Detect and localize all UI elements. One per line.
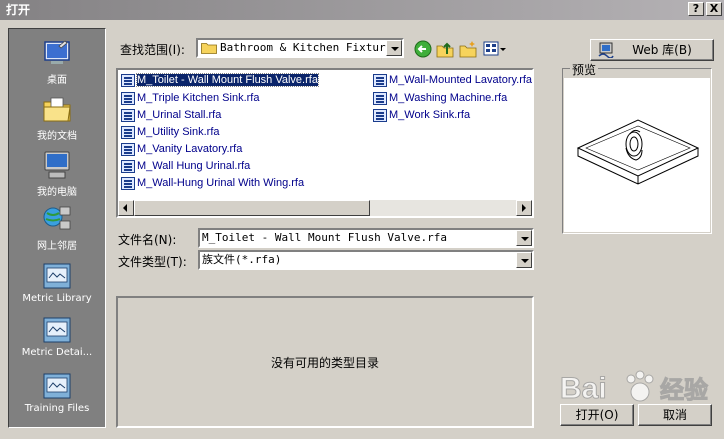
- back-icon[interactable]: [414, 40, 432, 58]
- scroll-left-icon[interactable]: [118, 200, 134, 216]
- chevron-down-icon[interactable]: [516, 252, 532, 268]
- place-network[interactable]: 网上邻居: [9, 203, 105, 257]
- place-metric-library[interactable]: Metric Library: [9, 259, 105, 313]
- place-label: 我的文档: [37, 131, 77, 142]
- file-item[interactable]: M_Utility Sink.rfa: [120, 125, 220, 141]
- file-item[interactable]: M_Toilet - Wall Mount Flush Valve.rfa: [120, 73, 319, 89]
- new-folder-icon[interactable]: [459, 40, 477, 58]
- web-library-icon: [598, 42, 614, 58]
- preview-label: 预览: [570, 61, 599, 78]
- place-label: Training Files: [24, 403, 90, 414]
- scroll-right-icon[interactable]: [516, 200, 532, 216]
- window-title: 打开: [6, 3, 31, 17]
- file-item[interactable]: M_Urinal Stall.rfa: [120, 108, 221, 124]
- file-item[interactable]: M_Work Sink.rfa: [372, 108, 470, 124]
- revit-family-icon: [121, 109, 135, 122]
- file-item[interactable]: M_Washing Machine.rfa: [372, 91, 507, 107]
- folder-icon: [201, 43, 217, 54]
- folder-icon: [43, 317, 71, 343]
- network-icon: [43, 206, 71, 230]
- place-training-files[interactable]: Training Files: [9, 369, 105, 423]
- chevron-down-icon[interactable]: [516, 230, 532, 246]
- file-item[interactable]: M_Wall-Mounted Lavatory.rfa: [372, 73, 532, 89]
- place-metric-detail[interactable]: Metric Detai...: [9, 313, 105, 367]
- preview-image: [564, 78, 710, 232]
- type-catalog-panel: 没有可用的类型目录: [116, 296, 534, 428]
- scroll-thumb[interactable]: [134, 200, 370, 216]
- revit-family-icon: [121, 92, 135, 105]
- file-item[interactable]: M_Wall-Hung Urinal With Wing.rfa: [120, 176, 304, 192]
- view-menu-icon[interactable]: [483, 40, 507, 58]
- place-my-documents[interactable]: 我的文档: [9, 93, 105, 147]
- chevron-down-icon[interactable]: [386, 40, 402, 56]
- filetype-select[interactable]: 族文件(*.rfa): [198, 250, 534, 270]
- my-documents-icon: [43, 97, 71, 122]
- lookin-value: Bathroom & Kitchen Fixtures: [220, 41, 399, 54]
- my-computer-icon: [44, 151, 70, 179]
- toilet-preview-icon: [576, 119, 700, 185]
- folder-icon: [43, 373, 71, 399]
- place-label: 桌面: [47, 75, 67, 86]
- up-folder-icon[interactable]: [436, 40, 454, 58]
- horizontal-scrollbar[interactable]: [118, 200, 532, 216]
- revit-family-icon: [373, 109, 387, 122]
- desktop-icon: [44, 40, 70, 64]
- place-my-computer[interactable]: 我的电脑: [9, 149, 105, 203]
- place-label: Metric Detai...: [21, 347, 93, 358]
- baidu-watermark: Bai 经验: [556, 362, 724, 412]
- web-library-button[interactable]: Web 库(B): [590, 39, 714, 61]
- file-list[interactable]: M_Toilet - Wall Mount Flush Valve.rfa M_…: [116, 68, 534, 218]
- file-item[interactable]: M_Vanity Lavatory.rfa: [120, 142, 242, 158]
- paw-icon: [626, 370, 654, 402]
- lookin-combo[interactable]: Bathroom & Kitchen Fixtures: [196, 38, 404, 58]
- place-label: 我的电脑: [37, 187, 77, 198]
- help-button[interactable]: ?: [688, 2, 704, 16]
- revit-family-icon: [121, 177, 135, 190]
- title-bar: 打开: [0, 0, 724, 20]
- filename-label: 文件名(N):: [118, 233, 177, 247]
- file-item[interactable]: M_Wall Hung Urinal.rfa: [120, 159, 250, 175]
- revit-family-icon: [121, 160, 135, 173]
- place-label: 网上邻居: [37, 241, 77, 252]
- filename-value: M_Toilet - Wall Mount Flush Valve.rfa: [202, 231, 448, 244]
- web-library-label: Web 库(B): [632, 43, 692, 57]
- file-item[interactable]: M_Triple Kitchen Sink.rfa: [120, 91, 259, 107]
- watermark-text: Bai: [560, 372, 607, 405]
- revit-family-icon: [121, 143, 135, 156]
- watermark-text-2: 经验: [660, 376, 708, 404]
- revit-family-icon: [121, 74, 135, 87]
- close-button[interactable]: X: [706, 2, 722, 16]
- filetype-value: 族文件(*.rfa): [202, 253, 282, 266]
- type-catalog-message: 没有可用的类型目录: [270, 356, 379, 370]
- filename-input[interactable]: M_Toilet - Wall Mount Flush Valve.rfa: [198, 228, 534, 248]
- revit-family-icon: [121, 126, 135, 139]
- revit-family-icon: [373, 74, 387, 87]
- places-bar: 桌面 我的文档 我的电脑 网上邻居 Metric Library Metric …: [8, 28, 106, 428]
- place-desktop[interactable]: 桌面: [9, 37, 105, 91]
- lookin-label: 查找范围(I):: [120, 43, 185, 57]
- revit-family-icon: [373, 92, 387, 105]
- place-label: Metric Library: [22, 293, 92, 304]
- folder-icon: [43, 263, 71, 289]
- filetype-label: 文件类型(T):: [118, 255, 187, 269]
